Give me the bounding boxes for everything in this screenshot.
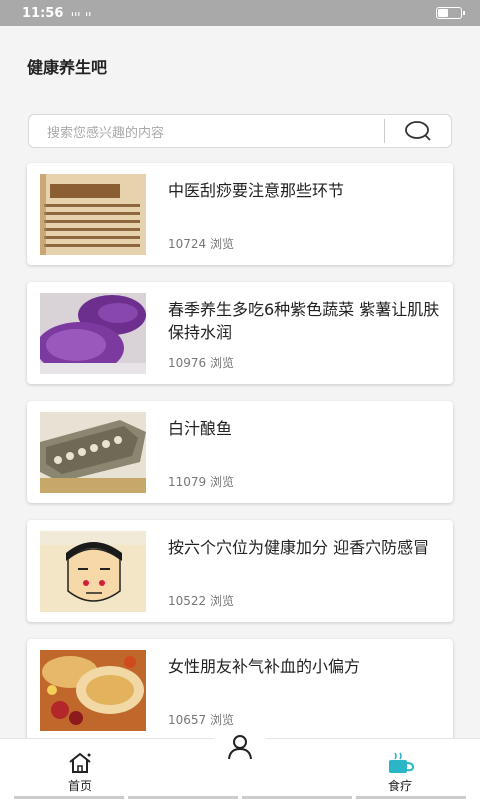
battery-icon xyxy=(436,7,465,19)
home-icon xyxy=(69,752,91,773)
header: 健康养生吧 xyxy=(0,26,480,106)
home-indicator xyxy=(0,796,480,800)
search-input[interactable]: 搜索您感兴趣的内容 xyxy=(29,122,384,141)
search-button[interactable] xyxy=(385,115,451,147)
herbal-tea-image xyxy=(40,650,146,731)
user-icon[interactable] xyxy=(226,733,254,761)
signal-icon: ᵢᵢₗ ᵢₗ xyxy=(71,7,92,19)
article-views: 10657 浏览 xyxy=(168,713,234,727)
nav-home-label: 首页 xyxy=(67,779,92,793)
article-title: 中医刮痧要注意那些环节 xyxy=(168,181,345,200)
search-icon[interactable] xyxy=(404,120,432,142)
article-title: 春季养生多吃6种紫色蔬菜 紫薯让肌肤保持水润 xyxy=(168,300,440,342)
nav-therapy[interactable]: 食疗 xyxy=(360,739,440,800)
article-views: 11079 浏览 xyxy=(168,475,234,489)
purple-sweet-potato-image xyxy=(40,293,146,374)
stuffed-fish-image xyxy=(40,412,146,493)
article-views: 10724 浏览 xyxy=(168,237,234,251)
guasha-book-image xyxy=(40,174,146,255)
article-views: 10522 浏览 xyxy=(168,594,234,608)
nav-home[interactable]: 首页 xyxy=(40,739,120,800)
article-card[interactable]: 按六个穴位为健康加分 迎香穴防感冒 10522 浏览 xyxy=(27,520,453,622)
acupoint-face-image xyxy=(40,531,146,612)
nav-therapy-label: 食疗 xyxy=(387,779,412,793)
page-title: 健康养生吧 xyxy=(27,58,108,77)
article-title: 女性朋友补气补血的小偏方 xyxy=(168,657,361,676)
article-title: 按六个穴位为健康加分 迎香穴防感冒 xyxy=(168,538,430,557)
status-bar: 11:56 ᵢᵢₗ ᵢₗ xyxy=(0,0,480,26)
tea-cup-icon xyxy=(389,752,414,773)
article-title: 白汁酿鱼 xyxy=(168,419,233,438)
article-card[interactable]: 白汁酿鱼 11079 浏览 xyxy=(27,401,453,503)
status-time: 11:56 xyxy=(22,5,64,21)
article-card[interactable]: 中医刮痧要注意那些环节 10724 浏览 xyxy=(27,163,453,265)
article-views: 10976 浏览 xyxy=(168,356,234,370)
article-card[interactable]: 春季养生多吃6种紫色蔬菜 紫薯让肌肤保持水润 10976 浏览 xyxy=(27,282,453,384)
search-bar[interactable]: 搜索您感兴趣的内容 xyxy=(28,114,452,148)
